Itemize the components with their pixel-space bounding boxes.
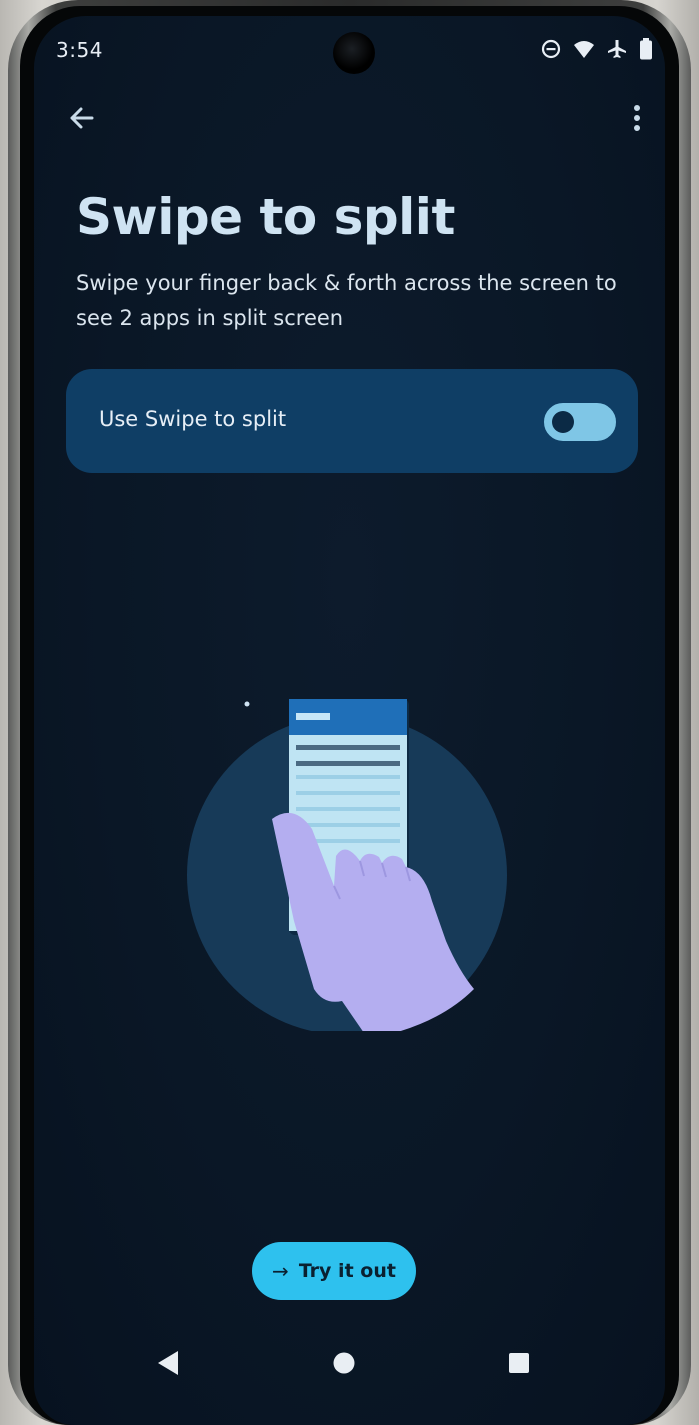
nav-home-icon bbox=[333, 1352, 355, 1374]
arrow-back-icon bbox=[70, 107, 94, 129]
page-description: Swipe your finger back & forth across th… bbox=[76, 271, 617, 330]
do-not-disturb-icon bbox=[541, 39, 561, 59]
nav-home-button[interactable] bbox=[327, 1346, 361, 1380]
more-vert-icon bbox=[634, 105, 640, 131]
use-swipe-to-split-toggle[interactable] bbox=[544, 403, 616, 441]
nav-back-icon bbox=[158, 1351, 178, 1375]
front-camera bbox=[333, 32, 375, 74]
nav-back-button[interactable] bbox=[152, 1346, 186, 1380]
status-icons bbox=[541, 38, 653, 60]
setting-label: Use Swipe to split bbox=[99, 407, 287, 431]
use-swipe-to-split-setting[interactable]: Use Swipe to split bbox=[66, 369, 638, 473]
battery-icon bbox=[639, 38, 653, 60]
try-it-out-label: Try it out bbox=[298, 1260, 396, 1282]
toggle-thumb bbox=[552, 411, 574, 433]
swipe-to-split-illustration bbox=[174, 671, 514, 1035]
hand-swiping-phone-illustration bbox=[187, 699, 507, 1035]
system-navigation-bar bbox=[34, 1326, 665, 1396]
nav-recents-icon bbox=[509, 1353, 529, 1373]
screen: 3:54 Swipe to split Swipe your finger ba… bbox=[34, 16, 665, 1425]
top-app-bar bbox=[34, 86, 665, 146]
status-time: 3:54 bbox=[56, 38, 103, 62]
status-bar: 3:54 bbox=[34, 16, 665, 86]
nav-recents-button[interactable] bbox=[502, 1346, 536, 1380]
arrow-forward-icon: → bbox=[272, 1259, 289, 1283]
try-it-out-button[interactable]: → Try it out bbox=[252, 1242, 416, 1300]
back-button[interactable] bbox=[62, 100, 102, 136]
airplane-mode-icon bbox=[607, 39, 627, 59]
wifi-icon bbox=[573, 39, 595, 59]
page-title: Swipe to split bbox=[76, 188, 455, 246]
more-options-button[interactable] bbox=[625, 100, 649, 136]
